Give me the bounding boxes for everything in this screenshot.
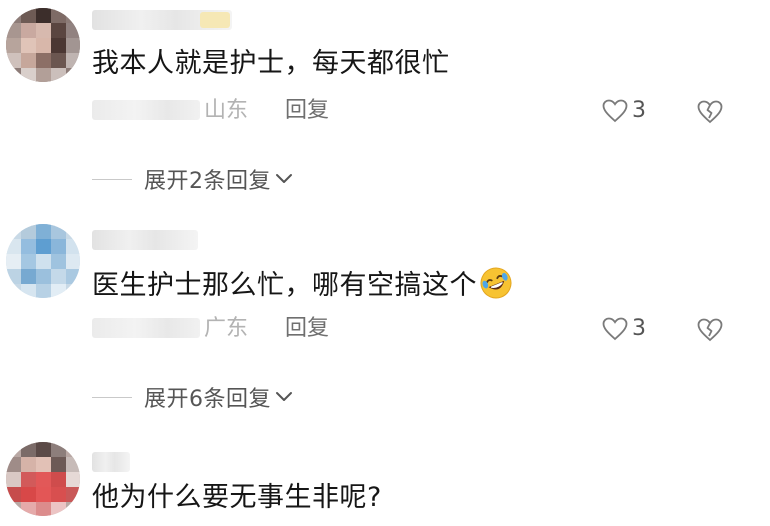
comment-item: 他为什么要无事生非呢?	[0, 0, 770, 526]
username[interactable]	[92, 452, 130, 472]
comment-text: 他为什么要无事生非呢?	[92, 482, 382, 513]
avatar[interactable]	[6, 442, 80, 516]
